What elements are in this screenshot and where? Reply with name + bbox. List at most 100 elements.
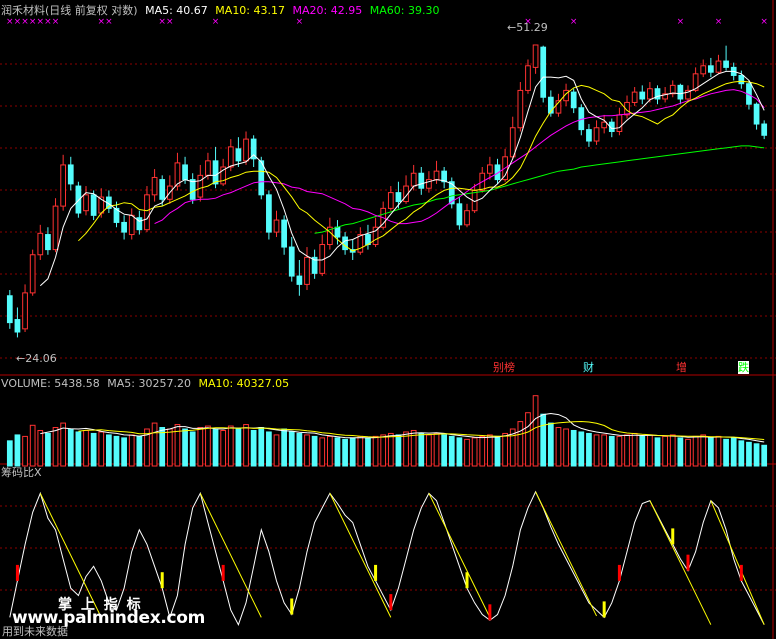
signal-marker: × [105, 17, 113, 27]
volume-bar [113, 435, 120, 467]
candle-body [227, 146, 234, 168]
candle-body [235, 148, 242, 162]
volume-bar [746, 441, 752, 467]
candle-body [532, 44, 539, 68]
candle-body [273, 219, 280, 233]
volume-bar [395, 434, 402, 467]
candle-body [304, 256, 310, 285]
volume-bar [586, 432, 592, 467]
volume-bar [380, 434, 387, 467]
volume-bar [22, 435, 28, 467]
indicator-bar [671, 528, 675, 545]
volume-bar [83, 429, 89, 467]
low-arrow-icon: ← [16, 352, 26, 365]
volume-bar [677, 437, 684, 467]
volume-bar [342, 438, 348, 467]
volume-bar [494, 435, 501, 467]
indicator-bar [221, 564, 225, 581]
candle-body [357, 234, 364, 253]
volume-bar [517, 421, 524, 467]
volume-value: VOLUME: 5438.58 [1, 377, 100, 390]
candle-body [487, 164, 493, 174]
volume-bar [227, 425, 234, 467]
watermark-site-text: www.palmindex.com [12, 608, 206, 628]
volume-bar [403, 431, 409, 467]
volume-bar [357, 435, 364, 467]
volume-header: VOLUME: 5438.58 MA5: 30257.20 MA10: 4032… [1, 377, 293, 390]
candle-body [723, 60, 729, 68]
candle-body [464, 210, 470, 226]
ma10-value: MA10: 43.17 [215, 4, 286, 17]
candle-body [212, 160, 219, 185]
signal-marker: × [212, 17, 220, 27]
ma5-line [39, 70, 765, 287]
candle-body [738, 74, 745, 85]
volume-bar [334, 437, 341, 467]
candle-body [601, 121, 608, 129]
candle-body [205, 160, 211, 176]
volume-bar [273, 434, 280, 467]
candle-body [37, 232, 44, 256]
high-arrow-icon: ← [507, 21, 517, 34]
volume-bar [29, 424, 36, 467]
candle-body [761, 123, 768, 136]
volume-bar [159, 427, 166, 467]
candle-body [540, 46, 547, 98]
volume-bar [106, 434, 112, 467]
volume-bar [182, 428, 188, 467]
volume-bar [37, 429, 44, 467]
volume-bar [372, 435, 379, 467]
volume-bar [723, 438, 729, 467]
event-marker-drop[interactable]: 跌 [738, 361, 749, 374]
candle-body [456, 203, 463, 226]
event-marker-increase[interactable]: 增 [676, 361, 687, 374]
volume-bar [288, 431, 295, 467]
signal-marker: × [715, 17, 723, 27]
event-marker-finance[interactable]: 财 [583, 361, 594, 374]
volume-bar [761, 444, 768, 467]
volume-bar [692, 435, 699, 467]
event-label: 增 [676, 361, 687, 374]
volume-bar [525, 412, 531, 467]
volume-bar [365, 437, 371, 467]
chart-canvas[interactable]: × × × × × × × × × × × × × × × × × × [0, 0, 776, 639]
indicator-bar [602, 601, 606, 618]
candle-body [243, 138, 249, 162]
candle-body [197, 174, 204, 198]
candle-body [29, 254, 36, 294]
volume-bar [220, 429, 227, 467]
indicator-bar [290, 598, 294, 615]
candle-body [52, 205, 59, 251]
candle-body [6, 295, 13, 324]
ma20-value: MA20: 42.95 [292, 4, 363, 17]
event-marker-dragon-tiger[interactable]: 别榜 [493, 361, 515, 374]
candle-body [410, 172, 417, 187]
signal-marker: × [29, 17, 37, 27]
volume-bar [639, 435, 646, 467]
candle-body [128, 214, 135, 236]
candle-body [334, 226, 341, 238]
volume-bar [601, 434, 608, 467]
volume-bar [502, 432, 508, 467]
volume-bar [266, 431, 272, 467]
volume-bar [662, 435, 668, 467]
volume-bar [319, 437, 326, 467]
candle-body [593, 127, 600, 142]
signal-marker: × [21, 17, 29, 27]
volume-bar [128, 434, 135, 467]
volume-bar [738, 440, 745, 467]
indicator-bar [389, 594, 393, 611]
candle-body [707, 65, 714, 73]
signal-marker: × [37, 17, 45, 27]
indicator-title: 筹码比X [1, 466, 42, 479]
signal-marker: × [6, 17, 14, 27]
volume-bar [250, 429, 257, 467]
indicator-signal-line [428, 493, 491, 618]
candle-body [22, 292, 28, 330]
volume-bar [151, 422, 158, 467]
indicator-bar [374, 564, 378, 581]
candle-body [144, 194, 150, 231]
volume-bar [311, 435, 318, 467]
volume-bar [448, 435, 455, 467]
volume-bar [669, 434, 676, 467]
